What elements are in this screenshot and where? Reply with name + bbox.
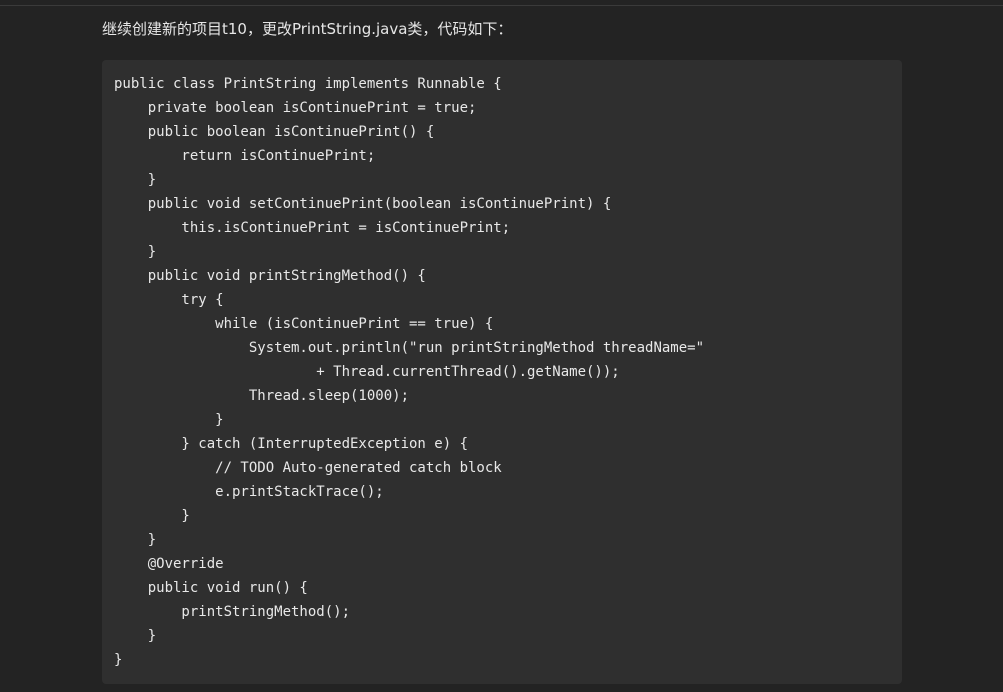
code-line: public class PrintString implements Runn… bbox=[114, 76, 502, 92]
code-line: } bbox=[114, 628, 157, 644]
code-line: this.isContinuePrint = isContinuePrint; bbox=[114, 220, 511, 236]
code-line: System.out.println("run printStringMetho… bbox=[114, 340, 705, 356]
code-lines: public class PrintString implements Runn… bbox=[114, 72, 704, 672]
code-line: public void run() { bbox=[114, 580, 308, 596]
code-line: Thread.sleep(1000); bbox=[114, 388, 410, 404]
code-line: } bbox=[114, 412, 224, 428]
code-line: } bbox=[114, 172, 157, 188]
code-line: @Override bbox=[114, 556, 224, 572]
code-line: // TODO Auto-generated catch block bbox=[114, 460, 502, 476]
code-line: public boolean isContinuePrint() { bbox=[114, 124, 435, 140]
code-line: } bbox=[114, 652, 123, 668]
code-line: } bbox=[114, 244, 157, 260]
code-block: public class PrintString implements Runn… bbox=[102, 60, 902, 684]
code-line: + Thread.currentThread().getName()); bbox=[114, 364, 620, 380]
code-line: } catch (InterruptedException e) { bbox=[114, 436, 469, 452]
code-line: e.printStackTrace(); bbox=[114, 484, 384, 500]
code-line: public void setContinuePrint(boolean isC… bbox=[114, 196, 612, 212]
intro-paragraph: 继续创建新的项目t10，更改PrintString.java类，代码如下： bbox=[102, 20, 513, 38]
top-divider bbox=[0, 5, 1003, 6]
code-line: } bbox=[114, 532, 157, 548]
code-line: while (isContinuePrint == true) { bbox=[114, 316, 494, 332]
code-line: } bbox=[114, 508, 190, 524]
code-line: private boolean isContinuePrint = true; bbox=[114, 100, 477, 116]
code-line: public void printStringMethod() { bbox=[114, 268, 426, 284]
code-line: try { bbox=[114, 292, 224, 308]
code-line: return isContinuePrint; bbox=[114, 148, 376, 164]
code-line: printStringMethod(); bbox=[114, 604, 351, 620]
